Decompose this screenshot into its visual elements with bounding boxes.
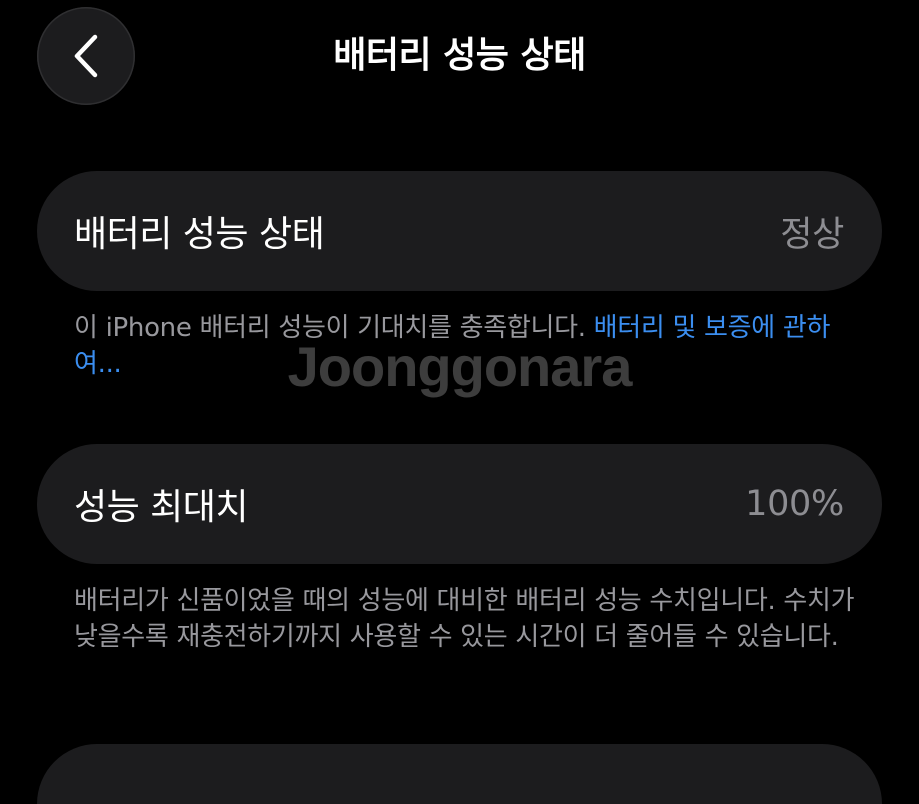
battery-health-value: 정상 (780, 214, 844, 255)
page-title: 배터리 성능 상태 (333, 35, 586, 76)
maximum-capacity-description: 배터리가 신품이었을 때의 성능에 대비한 배터리 성능 수치입니다. 수치가 … (74, 586, 855, 652)
battery-health-description: 이 iPhone 배터리 성능이 기대치를 충족합니다. 배터리 및 보증에 관… (74, 310, 864, 382)
next-card-edge (37, 744, 882, 804)
maximum-capacity-row: 성능 최대치 100% (37, 444, 882, 564)
battery-health-row: 배터리 성능 상태 정상 (37, 171, 882, 291)
battery-health-description-text: 이 iPhone 배터리 성능이 기대치를 충족합니다. (74, 313, 594, 343)
maximum-capacity-value: 100% (745, 484, 844, 524)
battery-health-label: 배터리 성능 상태 (74, 214, 325, 255)
maximum-capacity-label: 성능 최대치 (74, 487, 249, 528)
